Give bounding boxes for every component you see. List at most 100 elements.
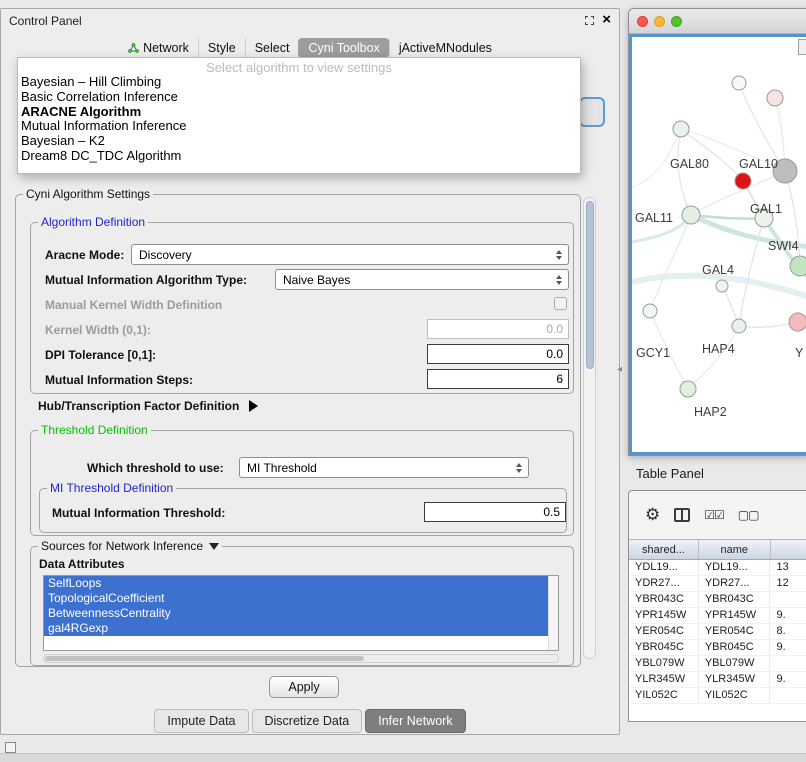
data-attributes-label: Data Attributes xyxy=(39,557,125,571)
list-vertical-scrollbar[interactable] xyxy=(548,576,558,650)
gear-icon[interactable]: ⚙ xyxy=(645,506,660,523)
network-node[interactable] xyxy=(767,90,783,106)
mi-threshold-title: MI Threshold Definition xyxy=(47,481,176,495)
attribute-item[interactable]: BetweennessCentrality xyxy=(44,606,548,621)
settings-vertical-scrollbar[interactable] xyxy=(583,197,596,659)
canvas-toolbar-fragment xyxy=(798,39,806,55)
mi-steps-field[interactable]: 6 xyxy=(427,369,569,389)
zoom-traffic-light[interactable] xyxy=(671,16,682,27)
tab-select[interactable]: Select xyxy=(245,38,299,58)
tab-label: Cyni Toolbox xyxy=(308,41,379,55)
scrollbar-thumb[interactable] xyxy=(586,201,594,369)
attribute-item[interactable]: SelfLoops xyxy=(44,576,548,591)
attribute-item[interactable]: TopologicalCoefficient xyxy=(44,591,548,606)
network-node[interactable] xyxy=(789,313,806,331)
clear-selection-icon[interactable]: ▢▢ xyxy=(738,509,759,521)
tab-style[interactable]: Style xyxy=(198,38,245,58)
network-canvas-svg: GAL80GAL10GAL11GAL1SWI4GAL4GCY1HAP4HAP2Y xyxy=(632,37,806,455)
dropdown-placeholder: Select algorithm to view settings xyxy=(18,60,580,75)
bottom-strip xyxy=(0,753,806,762)
table-cell: YBL079W xyxy=(629,656,699,671)
panel-title: Control Panel xyxy=(9,14,82,28)
algorithm-option[interactable]: Bayesian – Hill Climbing xyxy=(18,75,580,90)
network-node[interactable] xyxy=(732,76,746,90)
network-window-titlebar[interactable] xyxy=(629,9,806,34)
table-cell: YER054C xyxy=(629,624,699,639)
list-horizontal-scrollbar[interactable] xyxy=(43,654,559,663)
table-cell: YDL19... xyxy=(629,560,699,575)
tab-network[interactable]: Network xyxy=(119,38,198,58)
kernel-width-field[interactable]: 0.0 xyxy=(427,319,569,339)
algorithm-option[interactable]: Bayesian – K2 xyxy=(18,134,580,149)
dpi-tolerance-field[interactable]: 0.0 xyxy=(427,344,569,364)
algorithm-option[interactable]: ARACNE Algorithm xyxy=(18,105,580,120)
column-header[interactable]: name xyxy=(699,540,771,559)
table-row[interactable]: YPR145WYPR145W9. xyxy=(629,608,806,624)
column-header[interactable]: shared... xyxy=(629,540,699,559)
close-icon[interactable]: × xyxy=(602,11,611,28)
table-row[interactable]: YLR345WYLR345W9. xyxy=(629,672,806,688)
sources-group: Sources for Network Inference Data Attri… xyxy=(30,546,574,666)
data-attributes-list: SelfLoopsTopologicalCoefficientBetweenne… xyxy=(44,576,558,636)
network-node[interactable] xyxy=(790,256,806,276)
algorithm-option[interactable]: Basic Correlation Inference xyxy=(18,90,580,105)
table-row[interactable]: YDL19...YDL19...13 xyxy=(629,560,806,576)
table-row[interactable]: YBR043CYBR043C xyxy=(629,592,806,608)
hub-definition-section[interactable]: Hub/Transcription Factor Definition xyxy=(38,399,258,413)
tab-impute-data[interactable]: Impute Data xyxy=(154,709,248,733)
table-cell: 12 xyxy=(770,576,806,591)
stepper-icon xyxy=(552,270,566,289)
tab-infer-network[interactable]: Infer Network xyxy=(365,709,465,733)
apply-button[interactable]: Apply xyxy=(269,676,339,698)
sources-title-text: Sources for Network Inference xyxy=(41,539,203,553)
combo-value: MI Threshold xyxy=(240,461,512,475)
network-node[interactable] xyxy=(735,173,751,189)
tab-label: Network xyxy=(143,41,189,55)
table-cell: 13 xyxy=(770,560,806,575)
node-label: HAP4 xyxy=(702,342,735,356)
float-panel-icon[interactable] xyxy=(585,16,594,25)
splitter-handle[interactable]: ◂ xyxy=(617,364,622,375)
mi-algorithm-type-select[interactable]: Naive Bayes xyxy=(275,269,569,290)
mi-threshold-field[interactable]: 0.5 xyxy=(424,502,566,522)
network-node[interactable] xyxy=(682,206,700,224)
network-node[interactable] xyxy=(643,304,657,318)
collapse-arrow-icon[interactable] xyxy=(209,543,219,550)
network-edge xyxy=(681,129,743,181)
network-node[interactable] xyxy=(732,319,746,333)
which-threshold-select[interactable]: MI Threshold xyxy=(239,457,529,478)
expand-arrow-icon[interactable] xyxy=(249,400,258,412)
scrollbar-thumb[interactable] xyxy=(45,656,364,661)
network-node[interactable] xyxy=(680,381,696,397)
table-cell xyxy=(770,688,806,703)
table-row[interactable]: YIL052CYIL052C xyxy=(629,688,806,704)
node-label: GAL80 xyxy=(670,157,709,171)
manual-kernel-width-checkbox[interactable] xyxy=(554,297,567,310)
network-edge xyxy=(650,215,691,311)
select-all-icon[interactable]: ☑☑ xyxy=(704,509,724,521)
table-row[interactable]: YBR045CYBR045C9. xyxy=(629,640,806,656)
tab-discretize-data[interactable]: Discretize Data xyxy=(252,709,363,733)
table-cell: YPR145W xyxy=(629,608,699,623)
network-node[interactable] xyxy=(673,121,689,137)
data-attributes-listbox[interactable]: SelfLoopsTopologicalCoefficientBetweenne… xyxy=(43,575,559,651)
network-canvas[interactable]: GAL80GAL10GAL11GAL1SWI4GAL4GCY1HAP4HAP2Y xyxy=(629,34,806,455)
close-traffic-light[interactable] xyxy=(637,16,648,27)
algorithm-option[interactable]: Dream8 DC_TDC Algorithm xyxy=(18,149,580,164)
collapsed-panel-icon[interactable] xyxy=(5,742,16,753)
table-cell: YBR043C xyxy=(629,592,699,607)
tab-cyni-toolbox[interactable]: Cyni Toolbox xyxy=(298,38,388,58)
table-row[interactable]: YBL079WYBL079W xyxy=(629,656,806,672)
algorithm-option[interactable]: Mutual Information Inference xyxy=(18,119,580,134)
table-row[interactable]: YDR27...YDR27...12 xyxy=(629,576,806,592)
network-node[interactable] xyxy=(716,280,728,292)
columns-icon[interactable] xyxy=(674,508,690,522)
table-row[interactable]: YER054CYER054C8. xyxy=(629,624,806,640)
minimize-traffic-light[interactable] xyxy=(654,16,665,27)
column-header[interactable] xyxy=(771,540,806,559)
aracne-mode-select[interactable]: Discovery xyxy=(131,244,569,265)
tab-label: Style xyxy=(208,41,236,55)
table-cell: 8. xyxy=(770,624,806,639)
tab-jactivemnodules[interactable]: jActiveMNodules xyxy=(389,38,501,58)
attribute-item[interactable]: gal4RGexp xyxy=(44,621,548,636)
